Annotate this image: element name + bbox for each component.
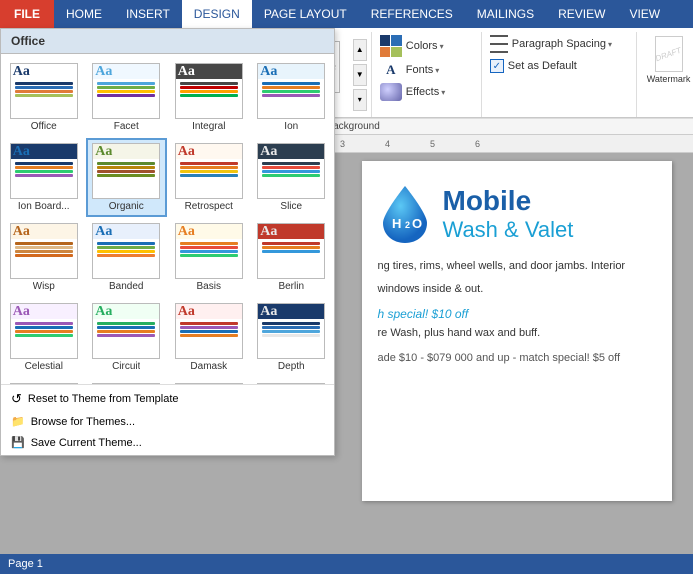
doc-body-1: ng tires, rims, wheel wells, and door ja… (378, 258, 656, 275)
page-background-group: DRAFT Watermark Page Color Page Borders (637, 32, 693, 117)
tab-references[interactable]: REFERENCES (359, 0, 465, 28)
svg-text:O: O (412, 216, 422, 231)
scroll-up-arrow[interactable]: ▲ (353, 39, 367, 61)
para-spacing-button[interactable]: Paragraph Spacing ▾ (488, 34, 630, 54)
theme-cell-retrospect[interactable]: Aa Retrospect (168, 138, 250, 217)
fonts-arrow: ▾ (435, 66, 439, 75)
tab-design[interactable]: DESIGN (182, 0, 252, 28)
fonts-button[interactable]: A Fonts ▾ (378, 60, 475, 80)
browse-themes-label: Browse for Themes... (31, 416, 135, 428)
theme-cell-banded[interactable]: Aa Banded (86, 218, 168, 297)
theme-cell-dividend[interactable]: Aa Dividend (3, 378, 85, 384)
tab-file[interactable]: FILE (0, 0, 54, 28)
status-bar: Page 1 (0, 554, 693, 574)
dropdown-header: Office (1, 29, 334, 54)
doc-body-2: windows inside & out. (378, 281, 656, 298)
colors-arrow: ▾ (440, 42, 444, 51)
set-default-label: Set as Default (508, 60, 577, 72)
tab-view[interactable]: VIEW (617, 0, 672, 28)
theme-scroll-arrows: ▲ ▼ ▾ (353, 39, 367, 111)
fonts-label: Fonts (406, 64, 434, 76)
save-theme-label: Save Current Theme... (31, 437, 142, 449)
theme-cell-celestial[interactable]: Aa Celestial (3, 298, 85, 377)
para-spacing-icon (490, 35, 508, 53)
doc-page: H 2 O Mobile Wash & Valet ng tires, rims… (362, 161, 672, 501)
document-formatting-group: Colors ▾ A Fonts ▾ Effects ▾ (372, 32, 482, 117)
scroll-expand-arrow[interactable]: ▾ (353, 89, 367, 111)
ruler-marks: 3 4 5 6 (340, 139, 480, 149)
theme-cell-main-event[interactable]: Aa Main Event (251, 378, 333, 384)
tab-bar: FILE HOME INSERT DESIGN PAGE LAYOUT REFE… (0, 0, 693, 28)
tab-review[interactable]: REVIEW (546, 0, 617, 28)
droplet-svg: H 2 O (378, 181, 433, 246)
theme-cell-facet[interactable]: Aa Facet (86, 58, 168, 137)
colors-icon (380, 35, 402, 57)
page-bg-buttons: DRAFT Watermark Page Color Page Borders (643, 34, 693, 96)
effects-button[interactable]: Effects ▾ (378, 82, 475, 102)
doc-title-text: Mobile Wash & Valet (443, 185, 574, 243)
dropdown-actions: ↺ Reset to Theme from Template 📁 Browse … (1, 384, 334, 455)
set-default-check: ✓ (490, 59, 504, 73)
theme-cell-wisp[interactable]: Aa Wisp (3, 218, 85, 297)
reset-theme-label: Reset to Theme from Template (28, 393, 179, 405)
tab-insert[interactable]: INSERT (114, 0, 182, 28)
reset-theme-icon: ↺ (11, 391, 22, 407)
theme-cell-depth[interactable]: Aa Depth (251, 298, 333, 377)
theme-cell-organic[interactable]: Aa Organic (86, 138, 168, 217)
color-sq-1 (380, 35, 391, 46)
para-spacing-label: Paragraph Spacing (512, 38, 606, 50)
effects-label: Effects (406, 86, 439, 98)
color-sq-4 (391, 47, 402, 58)
para-group: Paragraph Spacing ▾ ✓ Set as Default (482, 32, 637, 117)
status-text: Page 1 (8, 558, 43, 570)
themes-dropdown-panel: Office Aa Office Aa Facet Aa Integral (0, 28, 335, 456)
ribbon: Aa Themes ▾ Title (0, 28, 693, 135)
doc-title-main: Mobile (443, 185, 574, 217)
theme-cell-frame[interactable]: Aa Frame (168, 378, 250, 384)
doc-area: H 2 O Mobile Wash & Valet ng tires, rims… (340, 153, 693, 554)
fonts-icon: A (380, 61, 402, 79)
doc-body-3: h special! $10 off (378, 307, 656, 321)
colors-label: Colors (406, 40, 438, 52)
tab-mailings[interactable]: MAILINGS (465, 0, 546, 28)
effects-arrow: ▾ (441, 88, 445, 97)
theme-cell-ion-board---[interactable]: Aa Ion Board... (3, 138, 85, 217)
theme-cell-basis[interactable]: Aa Basis (168, 218, 250, 297)
tab-home[interactable]: HOME (54, 0, 114, 28)
svg-text:H: H (392, 216, 401, 231)
watermark-button[interactable]: DRAFT Watermark (643, 34, 693, 86)
doc-title-area: H 2 O Mobile Wash & Valet (378, 181, 656, 246)
theme-cell-berlin[interactable]: Aa Berlin (251, 218, 333, 297)
colors-button[interactable]: Colors ▾ (378, 34, 475, 58)
theme-cell-integral[interactable]: Aa Integral (168, 58, 250, 137)
watermark-icon: DRAFT (655, 36, 683, 72)
theme-cell-slice[interactable]: Aa Slice (251, 138, 333, 217)
theme-cell-damask[interactable]: Aa Damask (168, 298, 250, 377)
save-theme-action[interactable]: 💾 Save Current Theme... (1, 432, 334, 453)
theme-cell-ion[interactable]: Aa Ion (251, 58, 333, 137)
tab-pagelayout[interactable]: PAGE LAYOUT (252, 0, 359, 28)
para-spacing-arrow: ▾ (608, 40, 612, 49)
save-theme-icon: 💾 (11, 436, 25, 449)
doc-title-sub: Wash & Valet (443, 217, 574, 243)
effects-icon (380, 83, 402, 101)
scroll-down-arrow[interactable]: ▼ (353, 64, 367, 86)
color-sq-2 (391, 35, 402, 46)
browse-themes-icon: 📁 (11, 415, 25, 428)
set-default-button[interactable]: ✓ Set as Default (488, 58, 630, 74)
watermark-label: Watermark (647, 74, 691, 84)
theme-cell-office[interactable]: Aa Office (3, 58, 85, 137)
theme-cell-circuit[interactable]: Aa Circuit (86, 298, 168, 377)
reset-theme-action[interactable]: ↺ Reset to Theme from Template (1, 387, 334, 411)
doc-body-4: re Wash, plus hand wax and buff. (378, 325, 656, 342)
browse-themes-action[interactable]: 📁 Browse for Themes... (1, 411, 334, 432)
theme-cell-droplet[interactable]: Aa Droplet (86, 378, 168, 384)
svg-text:2: 2 (405, 220, 410, 230)
doc-body-5: ade $10 - $079 000 and up - match specia… (378, 352, 656, 364)
color-sq-3 (380, 47, 391, 58)
